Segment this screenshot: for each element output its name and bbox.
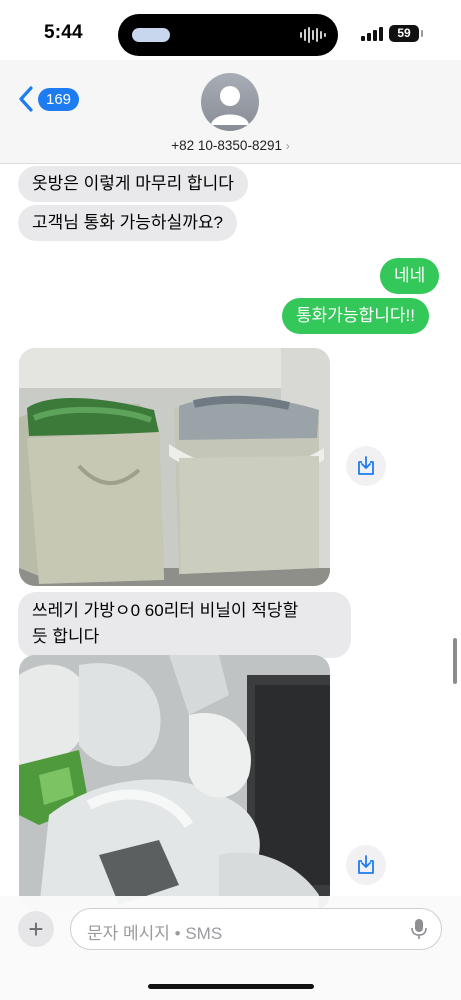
conversation-header: 169 +82 10-8350-8291 › [0,60,461,164]
message-bubble-outgoing[interactable]: 네네 [380,258,440,294]
person-icon [211,86,249,125]
status-bar: 5:44 59 [0,0,461,60]
home-indicator [148,984,314,989]
download-icon [358,456,374,475]
microphone-icon[interactable] [411,918,427,940]
storage-bags-photo [19,348,330,586]
status-time: 5:44 [44,22,83,43]
island-activity-icon [132,28,170,42]
message-composer: + 문자 메시지 • SMS [0,896,461,1000]
message-bubble-incoming[interactable]: 옷방은 이렇게 마무리 합니다 [18,166,248,202]
cellular-signal-icon [361,27,383,41]
dynamic-island [118,14,338,56]
unread-count-badge: 169 [38,87,80,111]
chevron-right-icon: › [285,139,290,153]
message-input[interactable]: 문자 메시지 • SMS [70,908,442,950]
message-input-placeholder: 문자 메시지 • SMS [87,924,223,943]
audio-wave-icon [300,27,326,43]
save-photo-button[interactable] [346,845,386,885]
photo-attachment[interactable] [19,348,330,586]
message-bubble-incoming[interactable]: 쓰레기 가방ㅇ0 60리터 비닐이 적당할 듯 합니다 [18,592,351,658]
battery-indicator: 59 [389,25,423,42]
save-photo-button[interactable] [346,446,386,486]
back-button[interactable]: 169 [18,86,80,112]
contact-avatar[interactable] [201,73,259,131]
message-bubble-outgoing[interactable]: 통화가능합니다!! [282,298,429,334]
add-attachment-button[interactable]: + [18,911,54,947]
scrollbar[interactable] [453,638,457,684]
download-icon [358,855,374,874]
chevron-left-icon [19,86,33,112]
contact-name[interactable]: +82 10-8350-8291 › [0,138,461,153]
photo-attachment[interactable] [19,655,330,910]
message-bubble-incoming[interactable]: 고객님 통화 가능하실까요? [18,205,237,241]
plastic-bags-photo [19,655,330,910]
